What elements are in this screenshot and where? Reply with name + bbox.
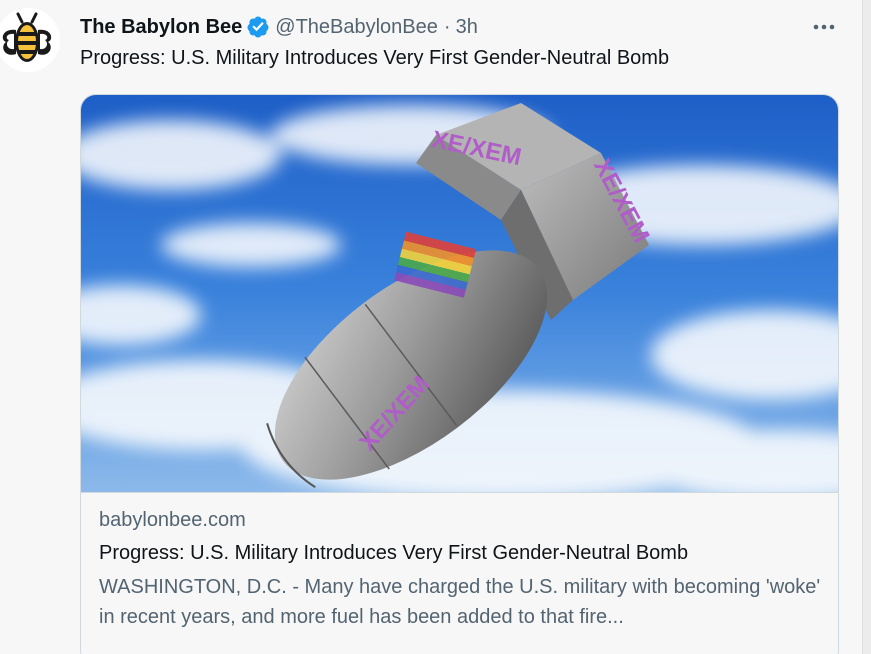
more-horizontal-icon <box>813 24 835 30</box>
avatar[interactable] <box>0 8 60 72</box>
card-description: WASHINGTON, D.C. - Many have charged the… <box>99 576 821 628</box>
card-domain: babylonbee.com <box>99 509 246 531</box>
babylon-bee-logo-icon <box>0 8 60 72</box>
separator-dot: · <box>443 15 451 38</box>
card-image[interactable]: XE/XEM XE/XEM XE/XEM <box>81 95 838 493</box>
timestamp[interactable]: 3h <box>456 16 478 39</box>
display-name[interactable]: The Babylon Bee <box>80 16 242 39</box>
card-title: Progress: U.S. Military Introduces Very … <box>99 542 689 564</box>
handle[interactable]: @TheBabylonBee <box>275 16 438 39</box>
card-body: babylonbee.com Progress: U.S. Military I… <box>99 507 824 632</box>
bomb-illustration: XE/XEM XE/XEM XE/XEM <box>81 95 838 492</box>
more-options-button[interactable] <box>806 12 842 42</box>
link-card[interactable]: XE/XEM XE/XEM XE/XEM babylonbee.com Prog… <box>80 94 839 654</box>
tweet-text: Progress: U.S. Military Introduces Very … <box>80 47 670 69</box>
tweet[interactable]: The Babylon Bee @TheBabylonBee · 3h Prog… <box>0 0 871 654</box>
verified-badge-icon <box>246 15 270 39</box>
tweet-header: The Babylon Bee @TheBabylonBee · 3h <box>80 12 478 42</box>
window-edge <box>862 0 871 654</box>
